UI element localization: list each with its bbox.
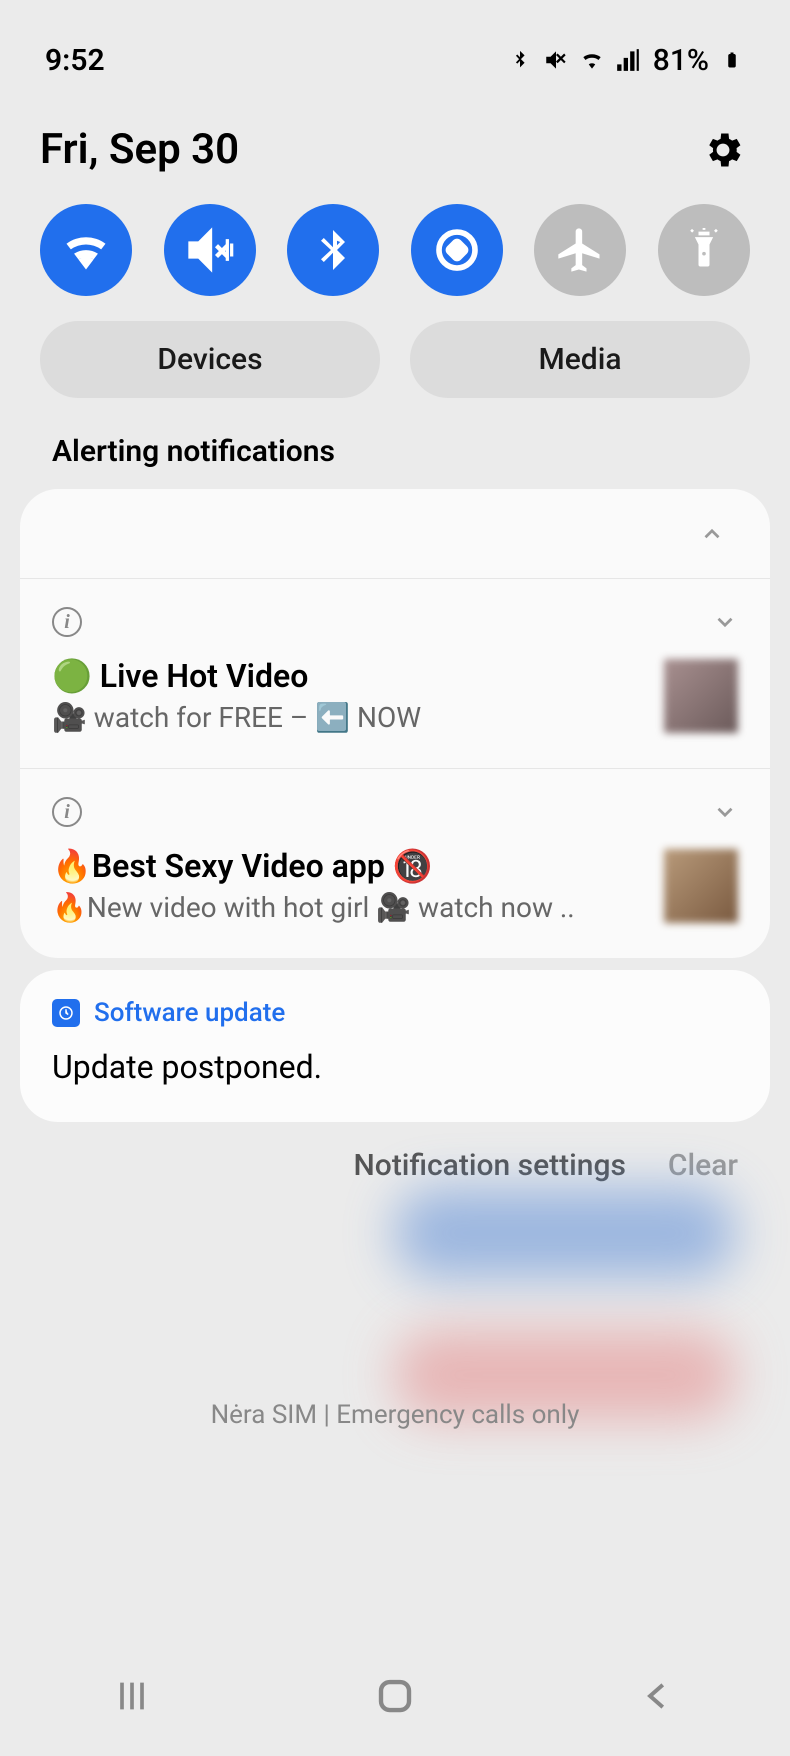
wifi-icon	[60, 224, 112, 276]
update-icon	[52, 999, 80, 1027]
status-icons: 81%	[507, 43, 745, 78]
mute-vibrate-icon	[543, 47, 569, 73]
date-label: Fri, Sep 30	[40, 125, 239, 174]
wifi-toggle[interactable]	[40, 204, 132, 296]
footer-actions: Notification settings Clear	[0, 1122, 790, 1183]
battery-percent: 81%	[653, 43, 709, 78]
notification-group: i 🟢 Live Hot Video 🎥 watch for FREE – ⬅️…	[20, 489, 770, 958]
info-icon: i	[52, 607, 82, 637]
signal-icon	[615, 47, 641, 73]
quick-settings-row	[0, 184, 790, 321]
status-bar: 9:52 81%	[0, 0, 790, 100]
notification-item[interactable]: i 🟢 Live Hot Video 🎥 watch for FREE – ⬅️…	[20, 579, 770, 769]
mute-icon	[184, 224, 236, 276]
notification-item[interactable]: i 🔥Best Sexy Video app 🔞 🔥New video with…	[20, 769, 770, 958]
notification-title: 🟢 Live Hot Video	[52, 657, 644, 695]
navigation-bar	[0, 1636, 790, 1756]
sound-toggle[interactable]	[164, 204, 256, 296]
panel-row: Devices Media	[0, 321, 790, 426]
media-button[interactable]: Media	[410, 321, 750, 398]
bluetooth-icon	[309, 222, 357, 278]
flashlight-toggle[interactable]	[658, 204, 750, 296]
devices-label: Devices	[157, 342, 262, 377]
bluetooth-icon	[507, 47, 533, 73]
background-ghost	[395, 1188, 735, 1278]
back-button[interactable]	[598, 1671, 718, 1721]
header-row: Fri, Sep 30	[0, 100, 790, 184]
battery-icon	[719, 47, 745, 73]
recents-button[interactable]	[72, 1671, 192, 1721]
notification-subtitle: 🎥 watch for FREE – ⬅️ NOW	[52, 701, 644, 734]
chevron-up-icon	[699, 521, 725, 547]
autorotate-toggle[interactable]	[411, 204, 503, 296]
update-app-name: Software update	[94, 998, 285, 1028]
info-icon: i	[52, 797, 82, 827]
software-update-notification[interactable]: Software update Update postponed.	[20, 970, 770, 1122]
devices-button[interactable]: Devices	[40, 321, 380, 398]
clear-button[interactable]: Clear	[668, 1148, 738, 1183]
notification-settings-link[interactable]: Notification settings	[354, 1148, 626, 1183]
chevron-down-icon[interactable]	[712, 609, 738, 635]
update-title: Update postponed.	[52, 1048, 738, 1086]
wifi-icon	[579, 47, 605, 73]
sim-status: Nėra SIM | Emergency calls only	[0, 1400, 790, 1430]
notification-thumbnail	[664, 849, 738, 923]
section-heading: Alerting notifications	[0, 426, 790, 489]
notification-thumbnail	[664, 659, 738, 733]
clock: 9:52	[45, 43, 105, 78]
airplane-icon	[554, 224, 606, 276]
home-icon	[374, 1675, 416, 1717]
notification-subtitle: 🔥New video with hot girl 🎥 watch now ..	[52, 891, 644, 924]
recents-icon	[112, 1676, 152, 1716]
notification-title: 🔥Best Sexy Video app 🔞	[52, 847, 644, 885]
airplane-toggle[interactable]	[534, 204, 626, 296]
flashlight-icon	[682, 224, 726, 276]
home-button[interactable]	[335, 1671, 455, 1721]
autorotate-icon	[430, 223, 484, 277]
back-icon	[639, 1677, 677, 1715]
media-label: Media	[538, 342, 621, 377]
notification-group-header[interactable]	[20, 489, 770, 579]
settings-button[interactable]	[701, 128, 745, 172]
bluetooth-toggle[interactable]	[287, 204, 379, 296]
gear-icon	[701, 128, 745, 172]
chevron-down-icon[interactable]	[712, 799, 738, 825]
